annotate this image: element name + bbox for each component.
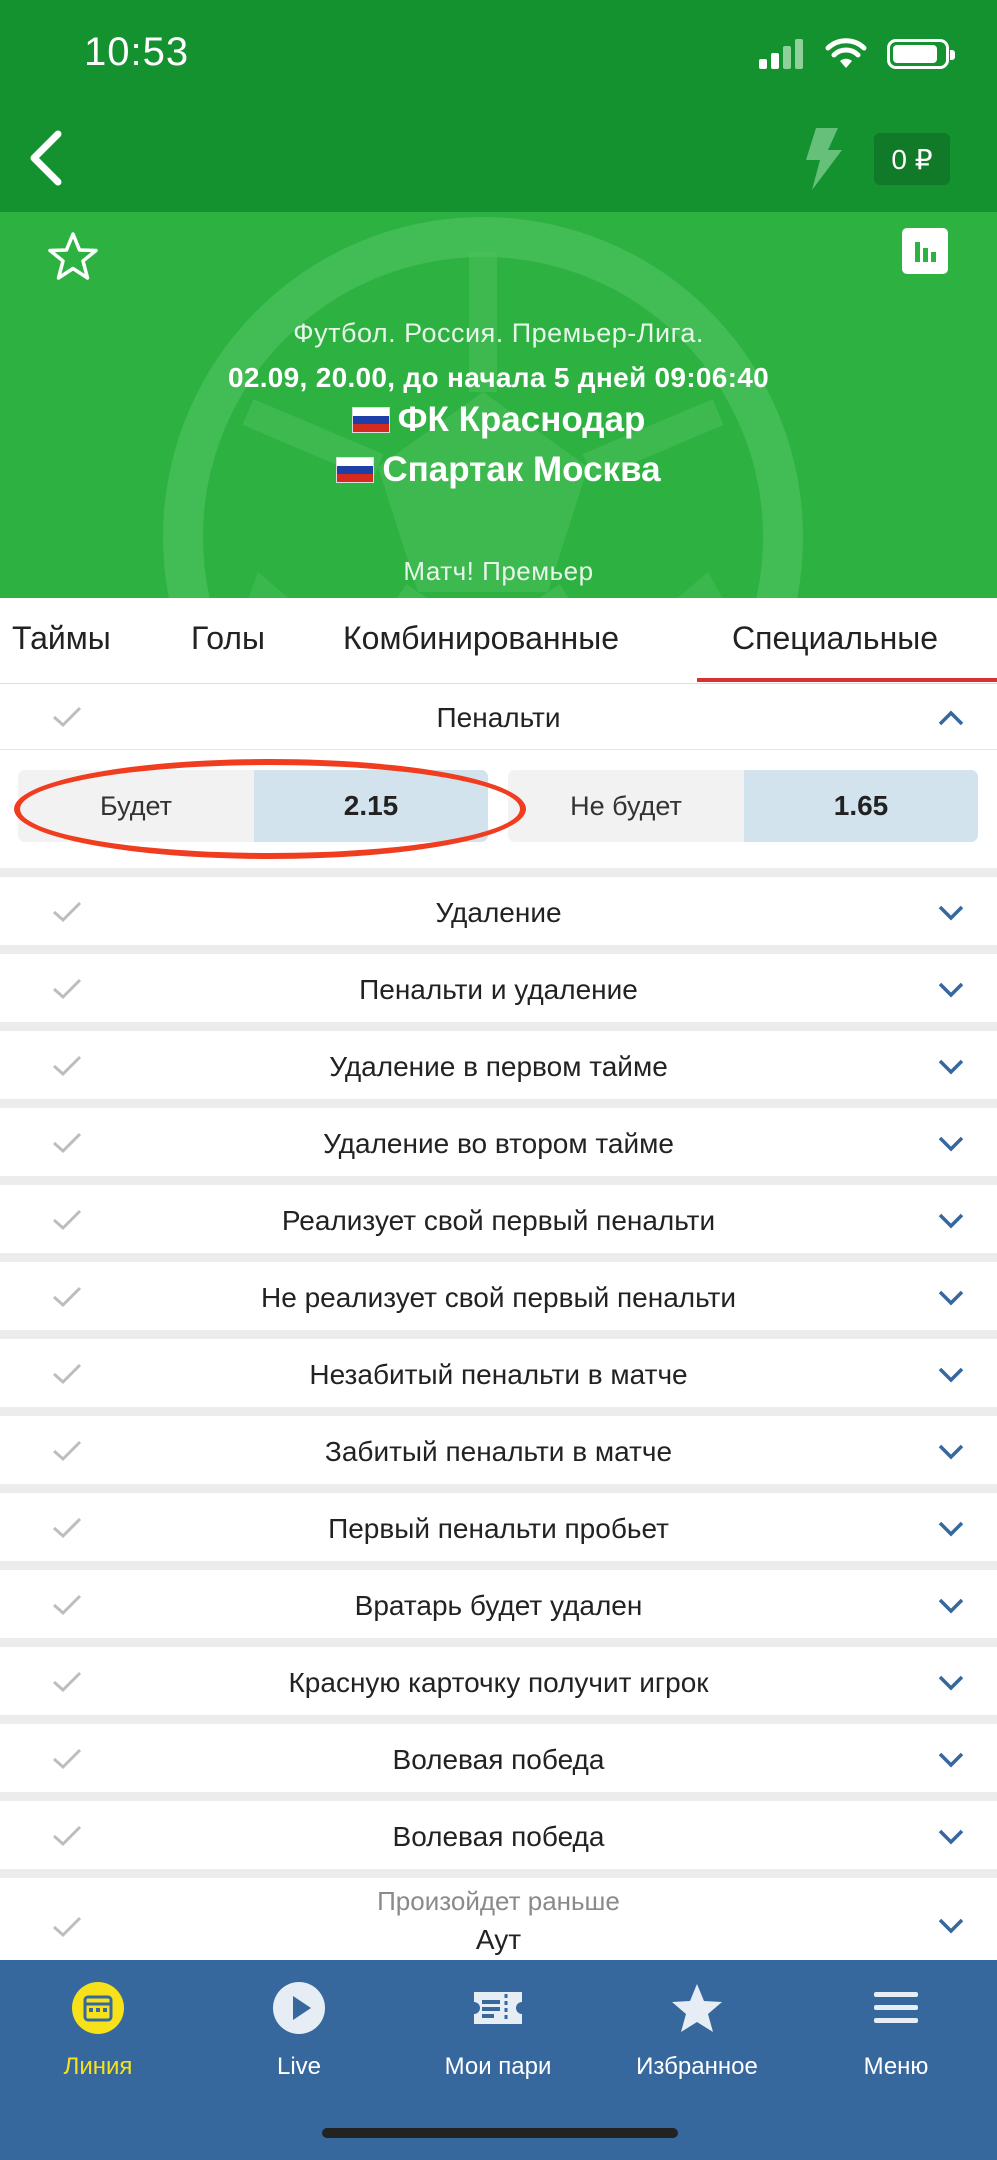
wifi-icon	[825, 38, 867, 68]
outcome-label: Не будет	[570, 790, 682, 821]
nav-label: Избранное	[636, 2053, 758, 2080]
tournament-label: Футбол. Россия. Премьер-Лига.	[293, 318, 704, 348]
tab-active-indicator	[697, 678, 997, 682]
nav-live[interactable]: Live	[209, 1980, 389, 2081]
markets-list: Пенальти Будет 2.15 Не будет 1.65 Удален…	[0, 684, 997, 1973]
market-row[interactable]: Первый пенальти пробьет	[0, 1493, 997, 1561]
market-title: Пенальти и удаление	[359, 974, 638, 1005]
market-row[interactable]: Красную карточку получит игрок	[0, 1647, 997, 1715]
chevron-down-icon[interactable]	[938, 1136, 964, 1152]
market-title: Удаление в первом тайме	[329, 1051, 668, 1082]
market-row[interactable]: Волевая победа	[0, 1724, 997, 1792]
nav-label: Меню	[863, 2053, 929, 2080]
market-row[interactable]: Вратарь будет удален	[0, 1570, 997, 1638]
chevron-down-icon[interactable]	[938, 1213, 964, 1229]
status-time: 10:53	[84, 30, 190, 74]
market-row[interactable]: Реализует свой первый пенальти	[0, 1185, 997, 1253]
nav-label: Мои пари	[444, 2053, 552, 2080]
chevron-down-icon[interactable]	[938, 1290, 964, 1306]
russia-flag-icon	[336, 457, 375, 483]
calendar-icon	[72, 1982, 124, 2034]
market-row[interactable]: Произойдет раньше Аут	[0, 1878, 997, 1973]
signal-icon	[759, 39, 803, 69]
team-home: ФК Краснодар	[0, 400, 997, 440]
tab-halves[interactable]: Таймы	[12, 620, 111, 657]
market-row[interactable]: Незабитый пенальти в матче	[0, 1339, 997, 1407]
market-title: Удаление	[435, 897, 562, 928]
battery-icon	[887, 39, 955, 69]
market-row[interactable]: Удаление в первом тайме	[0, 1031, 997, 1099]
market-row[interactable]: Забитый пенальти в матче	[0, 1416, 997, 1484]
menu-icon	[874, 1992, 918, 2023]
market-title: Не реализует свой первый пенальти	[261, 1282, 736, 1313]
match-header: Футбол. Россия. Премьер-Лига. 02.09, 20.…	[0, 212, 997, 598]
team-away: Спартак Москва	[0, 450, 997, 490]
highlight-ring	[14, 759, 526, 859]
nav-my-bets[interactable]: Мои пари	[408, 1980, 588, 2081]
back-icon[interactable]	[24, 128, 70, 188]
russia-flag-icon	[351, 407, 390, 433]
nav-menu[interactable]: Меню	[806, 1980, 986, 2081]
outcome-odds: 1.65	[744, 770, 978, 842]
chevron-down-icon[interactable]	[938, 1598, 964, 1614]
market-title: Удаление во втором тайме	[323, 1128, 674, 1159]
statistics-icon[interactable]	[902, 228, 948, 274]
tv-channel: Матч! Премьер	[403, 556, 594, 586]
favorite-star-icon[interactable]	[46, 230, 100, 284]
chevron-down-icon[interactable]	[938, 1752, 964, 1768]
market-header-penalty[interactable]: Пенальти	[0, 684, 997, 750]
chevron-down-icon[interactable]	[938, 1675, 964, 1691]
top-bar: 10:53 0 ₽	[0, 0, 997, 212]
nav-label: Линия	[63, 2053, 133, 2080]
chevron-down-icon[interactable]	[938, 1367, 964, 1383]
match-datetime: 02.09, 20.00, до начала 5 дней 09:06:40	[227, 362, 770, 393]
status-icons	[759, 38, 955, 70]
market-row[interactable]: Волевая победа	[0, 1801, 997, 1869]
chevron-up-icon[interactable]	[938, 710, 964, 726]
play-icon	[273, 1982, 325, 2034]
market-title: Первый пенальти пробьет	[328, 1513, 669, 1544]
chevron-down-icon[interactable]	[938, 905, 964, 921]
chevron-down-icon[interactable]	[938, 1829, 964, 1845]
market-title: Аут	[475, 1924, 522, 1955]
home-indicator[interactable]	[322, 2128, 678, 2138]
nav-line[interactable]: Линия	[8, 1980, 188, 2081]
market-title: Волевая победа	[392, 1744, 605, 1775]
chevron-down-icon[interactable]	[938, 1059, 964, 1075]
nav-favorites[interactable]: Избранное	[607, 1980, 787, 2081]
team-home-name: ФК Краснодар	[397, 400, 646, 439]
market-row[interactable]: Не реализует свой первый пенальти	[0, 1262, 997, 1330]
chevron-down-icon[interactable]	[938, 1918, 964, 1934]
market-row[interactable]: Удаление во втором тайме	[0, 1108, 997, 1176]
chevron-down-icon[interactable]	[938, 1521, 964, 1537]
odds-row: Будет 2.15 Не будет 1.65	[0, 750, 997, 868]
team-away-name: Спартак Москва	[382, 450, 661, 489]
market-title: Незабитый пенальти в матче	[309, 1359, 688, 1390]
market-title: Пенальти	[436, 702, 561, 733]
market-title: Вратарь будет удален	[354, 1590, 643, 1621]
market-row[interactable]: Удаление	[0, 877, 997, 945]
chevron-down-icon[interactable]	[938, 982, 964, 998]
market-title: Красную карточку получит игрок	[288, 1667, 709, 1698]
market-row[interactable]: Пенальти и удаление	[0, 954, 997, 1022]
tab-goals[interactable]: Голы	[191, 620, 265, 657]
tab-combined[interactable]: Комбинированные	[343, 620, 619, 657]
star-icon	[672, 1984, 722, 2032]
tab-special[interactable]: Специальные	[732, 620, 938, 657]
market-subtitle: Произойдет раньше	[377, 1886, 620, 1916]
market-title: Реализует свой первый пенальти	[281, 1205, 716, 1236]
lightning-icon[interactable]	[802, 128, 844, 190]
ticket-icon	[474, 1992, 522, 2024]
nav-label: Live	[276, 2053, 322, 2080]
outcome-no[interactable]: Не будет 1.65	[508, 770, 978, 842]
chevron-down-icon[interactable]	[938, 1444, 964, 1460]
market-title: Волевая победа	[392, 1821, 605, 1852]
market-tabs: Таймы Голы Комбинированные Специальные	[0, 598, 997, 684]
balance-badge[interactable]: 0 ₽	[874, 133, 950, 185]
market-title: Забитый пенальти в матче	[324, 1436, 673, 1467]
